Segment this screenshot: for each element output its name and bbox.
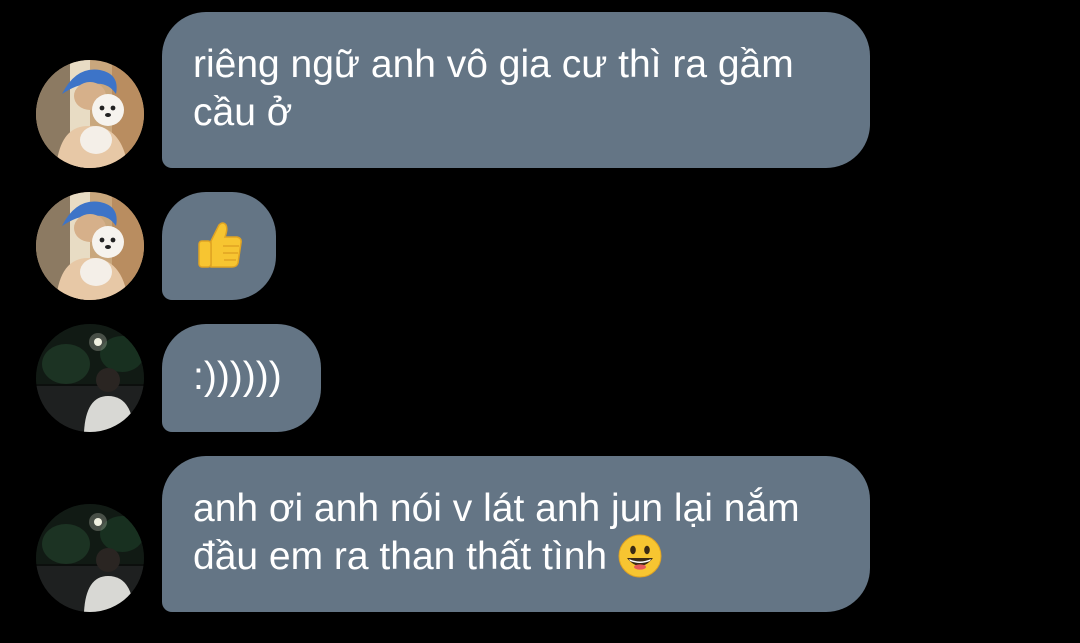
message-bubble[interactable]: :)))))) bbox=[162, 324, 321, 432]
message-bubble[interactable]: riêng ngữ anh vô gia cư thì ra gầm cầu ở bbox=[162, 12, 870, 168]
message-bubble[interactable] bbox=[162, 192, 276, 300]
blue-hair-dog-icon bbox=[36, 192, 144, 300]
message-text-line: cầu ở bbox=[193, 91, 293, 134]
avatar[interactable] bbox=[36, 504, 144, 612]
avatar[interactable] bbox=[36, 60, 144, 168]
night-street-icon bbox=[36, 504, 144, 612]
chat-thread: riêng ngữ anh vô gia cư thì ra gầm cầu ở bbox=[0, 0, 1080, 643]
message-text-line: đầu em ra than thất tình bbox=[193, 533, 838, 581]
message-text-line: :)))))) bbox=[193, 355, 282, 398]
blue-hair-dog-icon bbox=[36, 60, 144, 168]
night-street-icon bbox=[36, 324, 144, 432]
message-text-line: anh ơi anh nói v lát anh jun lại nắm bbox=[193, 487, 800, 530]
thumbs-up-icon bbox=[198, 222, 242, 268]
message-bubble[interactable]: anh ơi anh nói v lát anh jun lại nắm đầu… bbox=[162, 456, 870, 612]
avatar[interactable] bbox=[36, 192, 144, 300]
message-text-line: riêng ngữ anh vô gia cư thì ra gầm bbox=[193, 43, 794, 86]
grinning-face-icon bbox=[618, 534, 662, 578]
avatar[interactable] bbox=[36, 324, 144, 432]
message-text: đầu em ra than thất tình bbox=[193, 535, 608, 578]
